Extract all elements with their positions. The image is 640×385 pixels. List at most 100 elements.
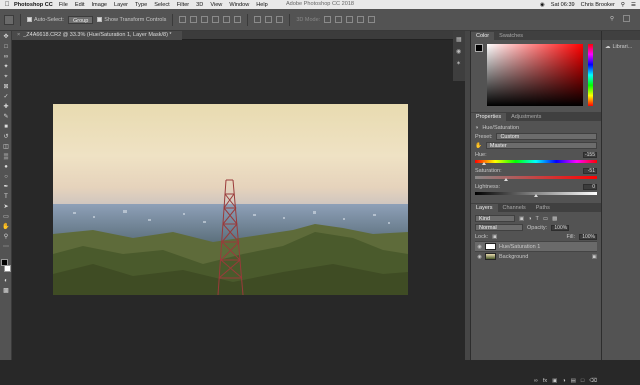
zoom-tool-icon[interactable]: ⚲	[2, 233, 10, 241]
lock-icon[interactable]: ▣	[492, 234, 497, 240]
background-color-swatch[interactable]	[4, 265, 11, 272]
blend-mode-dropdown[interactable]: Normal	[475, 224, 523, 231]
document-tab[interactable]: × _Z4A6618.CR2 @ 33.3% (Hue/Saturation 1,…	[12, 31, 182, 40]
marquee-tool-icon[interactable]: □	[2, 43, 10, 51]
workspace-icon[interactable]	[623, 15, 630, 22]
path-select-tool-icon[interactable]: ➤	[2, 203, 10, 211]
lightness-value[interactable]: 0	[583, 183, 597, 190]
quick-select-tool-icon[interactable]: ✦	[2, 63, 10, 71]
menu-file[interactable]: File	[59, 2, 68, 8]
lasso-tool-icon[interactable]: ∞	[2, 53, 10, 61]
distribute-h-icon[interactable]	[265, 16, 273, 23]
new-layer-icon[interactable]: □	[581, 378, 584, 384]
stamp-tool-icon[interactable]: ■	[2, 123, 10, 131]
align-middle-icon[interactable]	[190, 16, 198, 23]
transform-controls-checkbox[interactable]: Show Transform Controls	[97, 17, 166, 23]
channel-dropdown[interactable]: Master	[485, 142, 597, 149]
menu-filter[interactable]: Filter	[177, 2, 189, 8]
saturation-slider-knob[interactable]	[503, 178, 508, 181]
distribute-icon[interactable]	[254, 16, 262, 23]
add-mask-icon[interactable]: ▣	[552, 378, 557, 384]
search-icon[interactable]: ⚲	[610, 16, 614, 22]
layer-filter-kind[interactable]: Kind	[475, 215, 515, 222]
filter-pixel-icon[interactable]: ▣	[519, 216, 524, 222]
menu-layer[interactable]: Layer	[114, 2, 128, 8]
filter-shape-icon[interactable]: ▭	[543, 216, 548, 222]
menu-image[interactable]: Image	[92, 2, 108, 8]
trash-icon[interactable]: ⌫	[589, 378, 597, 384]
targeted-adjustment-icon[interactable]: ✋	[475, 143, 482, 149]
menu-list-icon[interactable]: ☰	[631, 2, 636, 8]
screen-mode-icon[interactable]: ▩	[2, 287, 10, 295]
lightness-slider-knob[interactable]	[534, 194, 538, 197]
color-field[interactable]	[487, 44, 583, 106]
tab-channels[interactable]: Channels	[498, 204, 531, 212]
opacity-value[interactable]: 100%	[551, 224, 570, 231]
preset-dropdown[interactable]: Custom	[496, 133, 597, 140]
hue-strip[interactable]	[588, 44, 593, 106]
eye-icon[interactable]: ◉	[477, 244, 482, 250]
tab-color[interactable]: Color	[471, 32, 495, 40]
app-menu[interactable]: Photoshop CC	[14, 2, 53, 8]
history-icon[interactable]: ▦	[456, 37, 462, 43]
menu-3d[interactable]: 3D	[196, 2, 203, 8]
wifi-icon[interactable]: ◉	[540, 2, 545, 8]
3d-pan-icon[interactable]	[346, 16, 354, 23]
eraser-tool-icon[interactable]: ◫	[2, 143, 10, 151]
history-brush-tool-icon[interactable]: ↺	[2, 133, 10, 141]
user-name[interactable]: Chris Brooker	[581, 2, 615, 8]
auto-select-dropdown[interactable]: Group	[67, 15, 94, 24]
info-icon[interactable]: ✶	[456, 61, 462, 67]
lightness-slider[interactable]	[475, 192, 597, 197]
3d-rotate-icon[interactable]	[324, 16, 332, 23]
eyedropper-tool-icon[interactable]: ✓	[2, 93, 10, 101]
menu-window[interactable]: Window	[229, 2, 249, 8]
filter-adjustment-icon[interactable]: ◑	[528, 216, 531, 222]
tab-swatches[interactable]: Swatches	[494, 32, 528, 40]
tab-adjustments[interactable]: Adjustments	[506, 113, 546, 121]
fx-icon[interactable]: fx	[543, 378, 547, 384]
menu-type[interactable]: Type	[135, 2, 147, 8]
new-group-icon[interactable]: ▤	[571, 378, 576, 384]
3d-slide-icon[interactable]	[357, 16, 365, 23]
layer-name[interactable]: Background	[499, 254, 589, 260]
foreground-color-chip[interactable]	[475, 44, 483, 52]
layer-name[interactable]: Hue/Saturation 1	[499, 244, 540, 250]
close-icon[interactable]: ×	[17, 32, 20, 38]
link-layers-icon[interactable]: ∞	[534, 378, 538, 384]
align-bottom-icon[interactable]	[201, 16, 209, 23]
healing-tool-icon[interactable]: ✚	[2, 103, 10, 111]
layer-mask-thumbnail[interactable]	[485, 243, 496, 250]
menu-help[interactable]: Help	[256, 2, 268, 8]
align-center-icon[interactable]	[223, 16, 231, 23]
more-tools-icon[interactable]: ⋯	[2, 243, 10, 251]
align-right-icon[interactable]	[234, 16, 242, 23]
brush-settings-icon[interactable]: ◉	[456, 49, 462, 55]
menu-select[interactable]: Select	[154, 2, 170, 8]
move-tool-icon[interactable]: ✥	[2, 33, 10, 41]
menu-view[interactable]: View	[210, 2, 222, 8]
search-icon[interactable]: ⚲	[621, 2, 625, 8]
quick-mask-icon[interactable]: ◐	[2, 277, 10, 285]
type-tool-icon[interactable]: T	[2, 193, 10, 201]
3d-scale-icon[interactable]	[368, 16, 376, 23]
crop-tool-icon[interactable]: ⌖	[2, 73, 10, 81]
tab-layers[interactable]: Layers	[471, 204, 498, 212]
pen-tool-icon[interactable]: ✒	[2, 183, 10, 191]
libraries-tab[interactable]: ☁ Librari...	[605, 44, 640, 50]
document-image[interactable]	[53, 104, 408, 295]
tab-properties[interactable]: Properties	[471, 113, 507, 121]
auto-select-checkbox[interactable]: Auto-Select:	[27, 17, 64, 23]
filter-type-icon[interactable]: T	[536, 216, 539, 222]
dodge-tool-icon[interactable]: ○	[2, 173, 10, 181]
filter-smart-icon[interactable]: ▩	[552, 216, 557, 222]
hue-value[interactable]: -155	[583, 151, 597, 158]
tab-paths[interactable]: Paths	[531, 204, 555, 212]
layer-row-background[interactable]: ◉ Background ▣	[475, 251, 597, 261]
brush-tool-icon[interactable]: ✎	[2, 113, 10, 121]
new-adjustment-icon[interactable]: ◑	[562, 378, 565, 384]
fill-value[interactable]: 100%	[579, 233, 597, 240]
move-tool-preset[interactable]	[4, 14, 14, 25]
layer-thumbnail[interactable]	[485, 253, 496, 260]
shape-tool-icon[interactable]: ▭	[2, 213, 10, 221]
